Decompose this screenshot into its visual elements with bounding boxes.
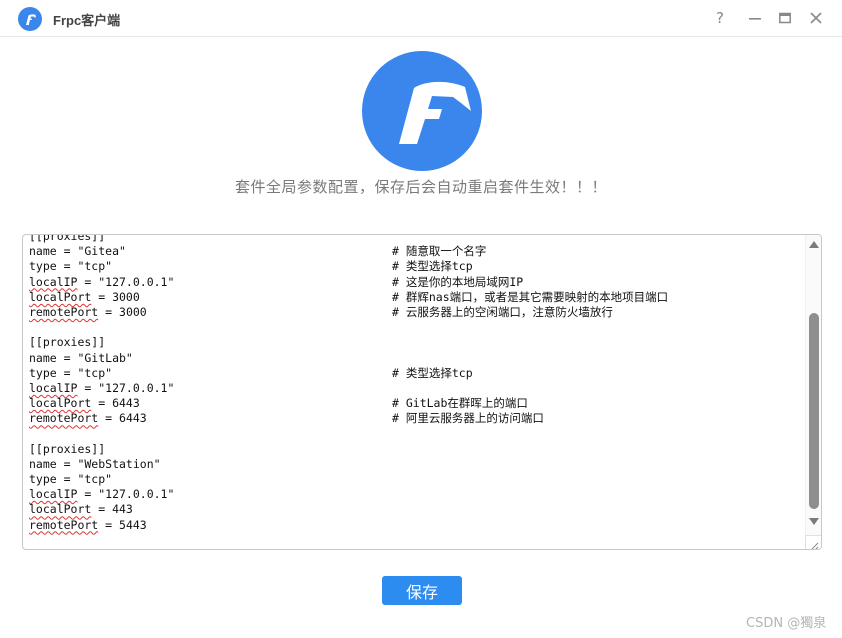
config-code: type = "tcp" xyxy=(29,365,113,380)
save-button[interactable]: 保存 xyxy=(382,576,462,605)
help-button[interactable]: ? xyxy=(710,8,730,28)
config-code: localIP = "127.0.0.1" xyxy=(29,487,175,502)
config-code: [[proxies]] xyxy=(29,234,106,243)
watermark: CSDN @獨泉 xyxy=(746,616,827,631)
config-comment: # 随意取一个名字 xyxy=(392,244,487,259)
config-code: localPort = 3000 xyxy=(29,289,140,304)
resize-grip-icon[interactable] xyxy=(805,535,821,549)
config-code: name = "GitLab" xyxy=(29,350,133,365)
scrollbar-thumb[interactable] xyxy=(809,313,819,509)
config-comment: # 类型选择tcp xyxy=(392,365,473,380)
maximize-icon xyxy=(779,12,791,24)
config-comment: # GitLab在群晖上的端口 xyxy=(392,396,528,411)
config-line: localIP = "127.0.0.1" # 这是你的本地局域网IP xyxy=(29,275,809,290)
config-line: localPort = 443 xyxy=(29,502,809,517)
config-code: remotePort = 6443 xyxy=(29,411,147,426)
close-button[interactable] xyxy=(806,8,826,28)
config-code: localPort = 443 xyxy=(29,502,133,517)
config-code: [[proxies]] xyxy=(29,441,106,456)
config-code: type = "tcp" xyxy=(29,259,113,274)
title-bar: Frpc客户端 ? xyxy=(0,0,842,37)
config-line: [[proxies]] xyxy=(29,234,809,244)
window-title: Frpc客户端 xyxy=(53,13,121,28)
config-hint: 套件全局参数配置，保存后会自动重启套件生效！！！ xyxy=(234,178,607,196)
config-code: [[proxies]] xyxy=(29,335,106,350)
config-line: [[proxies]] xyxy=(29,442,809,457)
config-line: remotePort = 3000 # 云服务器上的空闲端口，注意防火墙放行 xyxy=(29,305,809,320)
config-line xyxy=(29,320,809,335)
config-code: name = "Gitea" xyxy=(29,244,126,259)
config-line: name = "Gitea" # 随意取一个名字 xyxy=(29,244,809,259)
config-line: localIP = "127.0.0.1" xyxy=(29,487,809,502)
minimize-icon xyxy=(749,18,761,20)
close-icon xyxy=(810,12,822,24)
config-code: name = "WebStation" xyxy=(29,456,161,471)
config-code: localIP = "127.0.0.1" xyxy=(29,380,175,395)
config-line: type = "tcp" # 类型选择tcp xyxy=(29,259,809,274)
config-line: name = "GitLab" xyxy=(29,351,809,366)
scroll-down-arrow-icon[interactable] xyxy=(809,518,819,525)
config-code: type = "tcp" xyxy=(29,472,113,486)
minimize-button[interactable] xyxy=(745,8,765,28)
config-code: remotePort = 5443 xyxy=(29,517,147,532)
config-line xyxy=(29,426,809,441)
maximize-button[interactable] xyxy=(775,8,795,28)
config-line: [[proxies]] xyxy=(29,335,809,350)
config-comment: # 阿里云服务器上的访问端口 xyxy=(392,411,544,426)
config-line: name = "WebStation" xyxy=(29,457,809,472)
config-line: localIP = "127.0.0.1" xyxy=(29,381,809,396)
config-text[interactable]: [[proxies]] name = "Gitea" # 随意取一个名字 type =… xyxy=(29,234,809,533)
scroll-up-arrow-icon[interactable] xyxy=(809,241,819,248)
config-comment: # 这是你的本地局域网IP xyxy=(392,274,524,289)
help-icon: ? xyxy=(716,9,724,27)
config-comment: # 类型选择tcp xyxy=(392,259,473,274)
frpc-logo xyxy=(362,51,482,171)
config-line: localPort = 6443 # GitLab在群晖上的端口 xyxy=(29,396,809,411)
vertical-scrollbar[interactable] xyxy=(805,235,821,549)
config-code: remotePort = 3000 xyxy=(29,304,147,319)
config-comment: # 云服务器上的空闲端口，注意防火墙放行 xyxy=(392,304,613,319)
config-line: type = "tcp" xyxy=(29,472,809,487)
config-comment: # 群辉nas端口，或者是其它需要映射的本地项目端口 xyxy=(392,289,669,304)
config-code: localPort = 6443 xyxy=(29,396,140,411)
config-line: remotePort = 6443 # 阿里云服务器上的访问端口 xyxy=(29,411,809,426)
config-editor[interactable]: [[proxies]] name = "Gitea" # 随意取一个名字 type =… xyxy=(22,234,822,550)
config-code: localIP = "127.0.0.1" xyxy=(29,274,175,289)
config-line: type = "tcp" # 类型选择tcp xyxy=(29,366,809,381)
config-line: localPort = 3000 # 群辉nas端口，或者是其它需要映射的本地项目… xyxy=(29,290,809,305)
config-line: remotePort = 5443 xyxy=(29,518,809,533)
app-logo-icon xyxy=(18,7,42,31)
